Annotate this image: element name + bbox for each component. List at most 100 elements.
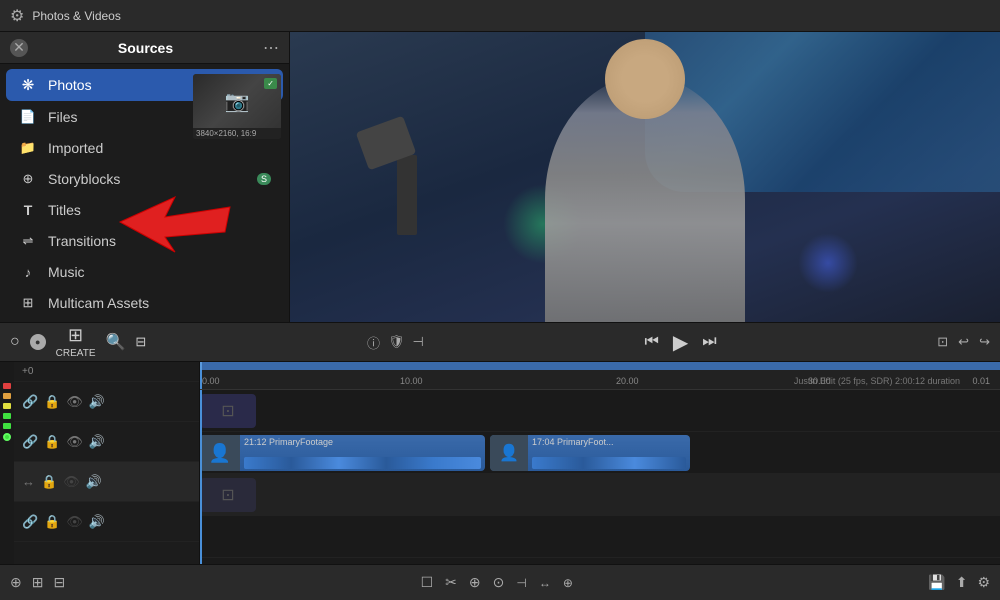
add-tool[interactable]: ⊕	[469, 574, 481, 591]
transport-info-left: ⓘ 🛡 ⊣	[367, 333, 424, 352]
source-item-add-edit[interactable]: ⊕ Add/Edit Sources	[6, 319, 283, 322]
video-clip-2[interactable]: 👤 17:04 PrimaryFoot...	[490, 435, 690, 471]
go-to-end-button[interactable]: ⏭	[702, 333, 716, 351]
zoom-tool[interactable]: ⊕	[563, 574, 573, 591]
track-3: ⊡	[200, 474, 1000, 516]
track-lock-4[interactable]: 🔒	[44, 514, 60, 530]
placeholder-clip-1[interactable]: ⊡	[200, 394, 256, 428]
ruler-mark-20: 20.00	[616, 372, 639, 387]
ruler-playhead	[200, 370, 202, 389]
preview-video	[290, 32, 1000, 322]
clip-label-1: 21:12 PrimaryFootage	[244, 437, 481, 447]
bottom-toolbar-right: 💾 ⬆ ⚙	[928, 574, 990, 591]
timeline-ruler: 0.00 10.00 20.00 30.00 0.01 Justi	[200, 370, 1000, 390]
clip-thumbnail-2: 👤	[490, 435, 528, 471]
vol-green1	[3, 413, 11, 419]
clip-waveform-1	[244, 457, 481, 469]
filter-button[interactable]: ⊟	[135, 334, 146, 350]
clip-thumb-icon-1: 👤	[209, 443, 231, 464]
move-tool[interactable]: ↔	[539, 574, 551, 591]
source-item-music-label: Music	[48, 264, 271, 280]
create-button[interactable]: ⊞ CREATE	[56, 325, 96, 359]
track-audio-2[interactable]: 🔊	[89, 434, 105, 450]
track-audio-1[interactable]: 🔊	[89, 394, 105, 410]
append-icon[interactable]: ⊣	[412, 334, 423, 350]
redo-icon[interactable]: ↪	[979, 334, 990, 350]
track-4	[200, 516, 1000, 558]
preview-area	[290, 32, 1000, 322]
placeholder-clip-3[interactable]: ⊡	[200, 478, 256, 512]
audio-output-icon[interactable]: ⊡	[937, 334, 948, 350]
track-view-4[interactable]: 👁	[66, 514, 83, 530]
bottom-toolbar: ⊕ ⊞ ⊟ ☐ ✂ ⊕ ⊙ ⊣ ↔ ⊕ 💾 ⬆ ⚙	[0, 564, 1000, 600]
timeline-main: 0.00 10.00 20.00 30.00 0.01 Justi	[200, 362, 1000, 564]
track-lock-3[interactable]: 🔒	[41, 474, 57, 490]
source-item-titles[interactable]: T Titles	[6, 195, 283, 225]
bottom-toolbar-left: ⊕ ⊞ ⊟	[10, 574, 65, 591]
track-lock-2[interactable]: 🔒	[44, 434, 60, 450]
track-link-1[interactable]: 🔗	[22, 394, 38, 410]
track-controls-panel: +0 🔗 🔒 👁 🔊 🔗 🔒 👁 🔊 ↔ 🔒 👁 🔊	[14, 362, 200, 564]
info-icon[interactable]: ⓘ	[367, 333, 380, 352]
export-button[interactable]: ⬆	[956, 574, 968, 591]
clip-label-2: 17:04 PrimaryFoot...	[532, 437, 686, 447]
vol-yellow	[3, 403, 11, 409]
sources-close-button[interactable]: ✕	[10, 39, 28, 57]
source-item-transitions[interactable]: ⇌ Transitions	[6, 226, 283, 256]
clip-waveform-2	[532, 457, 686, 469]
transport-bar: ○ ● ⊞ CREATE 🔍 ⊟ ⓘ 🛡 ⊣ ⏮ ▶ ⏭ ⊡ ↩ ↪	[0, 322, 1000, 362]
timeline-progress-bar	[200, 362, 1000, 370]
track-audio-4[interactable]: 🔊	[89, 514, 105, 530]
multicam-icon: ⊞	[18, 295, 38, 311]
clip-thumb-icon-2: 👤	[499, 443, 519, 463]
source-item-storyblocks-label: Storyblocks	[48, 171, 247, 187]
music-icon: ♪	[18, 265, 38, 280]
play-button[interactable]: ▶	[673, 330, 688, 355]
source-item-imported-label: Imported	[48, 140, 271, 156]
mark-in-button[interactable]: ○	[10, 333, 20, 351]
create-icon: ⊞	[68, 325, 83, 346]
ruler-mark-0: 0.00	[202, 372, 220, 387]
add-track-button[interactable]: ⊕	[10, 574, 22, 591]
vol-orange	[3, 393, 11, 399]
source-item-music[interactable]: ♪ Music	[6, 257, 283, 287]
blade-tool[interactable]: ⊣	[516, 574, 526, 591]
source-thumbnail: 📷 ✓ 3840×2160, 16:9	[193, 74, 281, 139]
playhead-line	[200, 390, 202, 564]
select-tool[interactable]: ☐	[421, 574, 434, 591]
track-view-1[interactable]: 👁	[66, 394, 83, 410]
transport-right: ⊡ ↩ ↪	[937, 334, 990, 350]
timeline-section: +0 🔗 🔒 👁 🔊 🔗 🔒 👁 🔊 ↔ 🔒 👁 🔊	[0, 362, 1000, 564]
save-button[interactable]: 💾	[928, 574, 945, 591]
track-arrow-3[interactable]: ↔	[22, 474, 35, 489]
track-1: ⊡	[200, 390, 1000, 432]
offset-label: +0	[22, 366, 33, 377]
split-view-button[interactable]: ⊟	[53, 574, 65, 591]
mark-out-button[interactable]: ●	[30, 334, 46, 350]
files-icon: 📄	[18, 109, 38, 125]
track-view-2[interactable]: 👁	[66, 434, 83, 450]
track-link-2[interactable]: 🔗	[22, 434, 38, 450]
photos-icon: ❋	[18, 76, 38, 94]
search-button[interactable]: 🔍	[106, 332, 126, 352]
track-lock-1[interactable]: 🔒	[44, 394, 60, 410]
progress-playhead	[200, 362, 202, 370]
track-view-3[interactable]: 👁	[63, 474, 80, 490]
cut-tool[interactable]: ✂	[445, 574, 457, 591]
track-audio-3[interactable]: 🔊	[86, 474, 102, 490]
app-icon: ⚙	[10, 6, 24, 26]
video-clip-1[interactable]: 👤 21:12 PrimaryFootage	[200, 435, 485, 471]
ripple-tool[interactable]: ⊙	[493, 574, 505, 591]
clip-view-button[interactable]: ⊞	[32, 574, 44, 591]
settings-button[interactable]: ⚙	[977, 574, 990, 591]
transport-left: ○ ● ⊞ CREATE 🔍 ⊟	[10, 325, 146, 359]
sources-more-button[interactable]: ⋯	[263, 38, 279, 58]
source-item-multicam[interactable]: ⊞ Multicam Assets	[6, 288, 283, 318]
source-item-storyblocks[interactable]: ⊕ Storyblocks S	[6, 164, 283, 194]
go-to-start-button[interactable]: ⏮	[644, 333, 658, 351]
track-link-4[interactable]: 🔗	[22, 514, 38, 530]
bottom-toolbar-center: ☐ ✂ ⊕ ⊙ ⊣ ↔ ⊕	[421, 574, 573, 591]
track-control-row-3: ↔ 🔒 👁 🔊	[14, 462, 199, 502]
undo-icon[interactable]: ↩	[958, 334, 969, 350]
shield-icon[interactable]: 🛡	[388, 334, 405, 350]
